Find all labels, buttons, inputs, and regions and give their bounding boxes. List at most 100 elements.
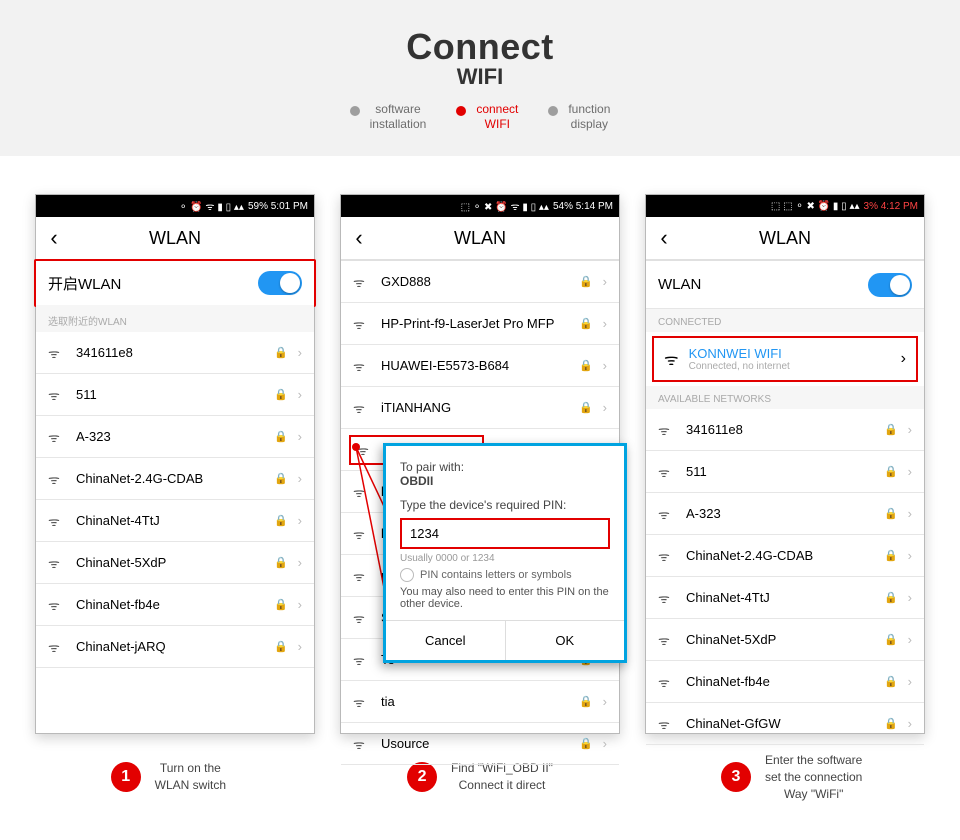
wlan-toggle[interactable] bbox=[868, 273, 912, 297]
network-row[interactable]: ᯤ HUAWEI-E5573-B684 🔒 › bbox=[341, 345, 619, 387]
pin-prompt: Type the device's required PIN: bbox=[400, 498, 610, 512]
network-row[interactable]: ᯤ ChinaNet-4TtJ 🔒 › bbox=[646, 577, 924, 619]
hero-title: Connect bbox=[0, 26, 960, 68]
network-name: 511 bbox=[76, 387, 264, 402]
pin-input[interactable] bbox=[400, 518, 610, 549]
network-row[interactable]: ᯤ ChinaNet-5XdP 🔒 › bbox=[646, 619, 924, 661]
chevron-right-icon: › bbox=[603, 316, 607, 331]
network-row[interactable]: ᯤ ChinaNet-5XdP 🔒 › bbox=[36, 542, 314, 584]
wifi-icon: ᯤ bbox=[48, 512, 66, 530]
wifi-icon: ᯤ bbox=[353, 693, 371, 711]
wifi-icon: ᯤ bbox=[658, 547, 676, 565]
section-available: AVAILABLE NETWORKS bbox=[646, 386, 924, 409]
wifi-icon: ᯤ bbox=[353, 315, 371, 333]
chevron-right-icon: › bbox=[603, 400, 607, 415]
network-row[interactable]: ᯤ GXD888 🔒 › bbox=[341, 261, 619, 303]
wifi-icon: ᯤ bbox=[353, 525, 371, 543]
network-row[interactable]: ᯤ iTIANHANG 🔒 › bbox=[341, 387, 619, 429]
wifi-icon: ᯤ bbox=[658, 505, 676, 523]
lock-icon: 🔒 bbox=[274, 640, 288, 653]
network-name: ChinaNet-4TtJ bbox=[76, 513, 264, 528]
wifi-icon: ᯤ bbox=[353, 651, 371, 669]
network-row[interactable]: ᯤ ChinaNet-fb4e 🔒 › bbox=[646, 661, 924, 703]
hero-subtitle: WIFI bbox=[0, 64, 960, 90]
app-header: ‹ WLAN bbox=[341, 217, 619, 261]
wifi-icon: ᯤ bbox=[353, 567, 371, 585]
network-row[interactable]: ᯤ HP-Print-f9-LaserJet Pro MFP 🔒 › bbox=[341, 303, 619, 345]
section-nearby: 选取附近的WLAN bbox=[36, 305, 314, 332]
network-name: ChinaNet-5XdP bbox=[686, 632, 874, 647]
network-row[interactable]: ᯤ A-323 🔒 › bbox=[36, 416, 314, 458]
chevron-right-icon: › bbox=[908, 674, 912, 689]
network-row[interactable]: ᯤ ChinaNet-4TtJ 🔒 › bbox=[36, 500, 314, 542]
chevron-right-icon: › bbox=[603, 694, 607, 709]
chevron-right-icon: › bbox=[298, 429, 302, 444]
wlan-toggle-row[interactable]: WLAN bbox=[646, 261, 924, 309]
status-text: 3% 4:12 PM bbox=[864, 201, 918, 212]
network-row[interactable]: ᯤ 511 🔒 › bbox=[646, 451, 924, 493]
ok-button[interactable]: OK bbox=[506, 621, 625, 660]
lock-icon: 🔒 bbox=[579, 737, 593, 750]
status-icons: ⚬ ⏰ ᯤ ▮ ▯ ▴▴ bbox=[179, 199, 244, 213]
cancel-button[interactable]: Cancel bbox=[386, 621, 506, 660]
network-row[interactable]: ᯤ ChinaNet-fb4e 🔒 › bbox=[36, 584, 314, 626]
chevron-right-icon: › bbox=[908, 716, 912, 731]
caption-3: 3Enter the softwareset the connectionWay… bbox=[652, 752, 932, 802]
wlan-toggle-row[interactable]: 开启WLAN bbox=[34, 259, 316, 307]
network-name: ChinaNet-jARQ bbox=[76, 639, 264, 654]
wifi-icon: ᯤ bbox=[48, 470, 66, 488]
wifi-icon: ᯤ bbox=[353, 273, 371, 291]
page-title: WLAN bbox=[36, 228, 314, 249]
network-name: 341611e8 bbox=[76, 345, 264, 360]
network-row[interactable]: ᯤ 511 🔒 › bbox=[36, 374, 314, 416]
chevron-right-icon: › bbox=[298, 639, 302, 654]
lock-icon: 🔒 bbox=[884, 591, 898, 604]
network-list-top: ᯤ GXD888 🔒 › ᯤ HP-Print-f9-LaserJet Pro … bbox=[341, 261, 619, 429]
dot-icon bbox=[548, 106, 558, 116]
pairing-dialog: To pair with: OBDII Type the device's re… bbox=[383, 443, 627, 663]
page-title: WLAN bbox=[341, 228, 619, 249]
network-row[interactable]: ᯤ ChinaNet-GfGW 🔒 › bbox=[646, 703, 924, 745]
pin-hint: Usually 0000 or 1234 bbox=[400, 553, 610, 564]
network-row[interactable]: ᯤ tia 🔒 › bbox=[341, 681, 619, 723]
status-text: 59% 5:01 PM bbox=[248, 201, 308, 212]
pin-letters-checkbox[interactable]: PIN contains letters or symbols bbox=[400, 568, 610, 582]
chevron-right-icon: › bbox=[298, 387, 302, 402]
chevron-right-icon: › bbox=[603, 736, 607, 751]
network-row[interactable]: ᯤ A-323 🔒 › bbox=[646, 493, 924, 535]
dialog-buttons: Cancel OK bbox=[386, 620, 624, 660]
lock-icon: 🔒 bbox=[579, 359, 593, 372]
connected-network[interactable]: ᯤ KONNWEI WIFI Connected, no internet › bbox=[652, 336, 918, 382]
wifi-icon: ᯤ bbox=[664, 348, 679, 370]
chevron-right-icon: › bbox=[908, 590, 912, 605]
network-row[interactable]: ᯤ ChinaNet-jARQ 🔒 › bbox=[36, 626, 314, 668]
network-row[interactable]: ᯤ ChinaNet-2.4G-CDAB 🔒 › bbox=[36, 458, 314, 500]
wifi-icon: ᯤ bbox=[353, 399, 371, 417]
step-connect-wifi: connectWIFI bbox=[456, 102, 518, 132]
network-name: HP-Print-f9-LaserJet Pro MFP bbox=[381, 316, 569, 331]
wlan-toggle[interactable] bbox=[258, 271, 302, 295]
section-connected: CONNECTED bbox=[646, 309, 924, 332]
wifi-icon: ᯤ bbox=[353, 735, 371, 753]
step-badge: 2 bbox=[407, 762, 437, 792]
network-name: ChinaNet-2.4G-CDAB bbox=[76, 471, 264, 486]
caption-text: Enter the softwareset the connectionWay … bbox=[765, 752, 862, 802]
chevron-right-icon: › bbox=[908, 464, 912, 479]
network-name: ChinaNet-fb4e bbox=[686, 674, 874, 689]
lock-icon: 🔒 bbox=[579, 401, 593, 414]
app-header: ‹ WLAN bbox=[646, 217, 924, 261]
network-name: Usource bbox=[381, 736, 569, 751]
step-function: functiondisplay bbox=[548, 102, 610, 132]
network-row[interactable]: ᯤ 341611e8 🔒 › bbox=[36, 332, 314, 374]
wlan-toggle-label: 开启WLAN bbox=[48, 273, 248, 294]
wifi-icon: ᯤ bbox=[48, 638, 66, 656]
network-row[interactable]: ᯤ 341611e8 🔒 › bbox=[646, 409, 924, 451]
chevron-right-icon: › bbox=[298, 345, 302, 360]
wifi-icon: ᯤ bbox=[48, 596, 66, 614]
network-list: ᯤ 341611e8 🔒 › ᯤ 511 🔒 › ᯤ A-323 🔒 › ᯤ C… bbox=[646, 409, 924, 745]
chevron-right-icon: › bbox=[298, 513, 302, 528]
lock-icon: 🔒 bbox=[579, 695, 593, 708]
wifi-icon: ᯤ bbox=[353, 357, 371, 375]
network-row[interactable]: ᯤ ChinaNet-2.4G-CDAB 🔒 › bbox=[646, 535, 924, 577]
network-row[interactable]: ᯤ Usource 🔒 › bbox=[341, 723, 619, 765]
